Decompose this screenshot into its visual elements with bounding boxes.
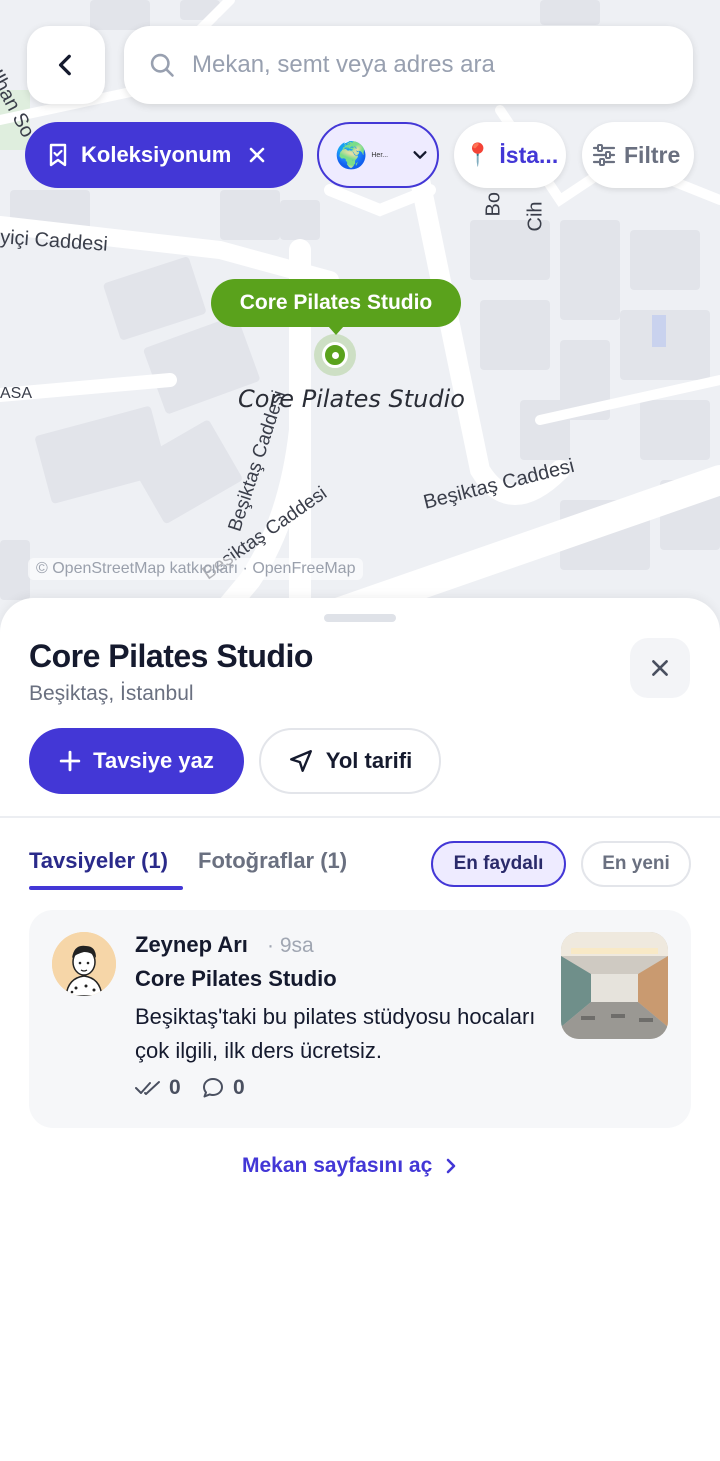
tab-photos[interactable]: Fotoğraflar (1) <box>198 848 347 874</box>
review-place-name: Core Pilates Studio <box>135 966 337 991</box>
studio-photo <box>561 932 668 1039</box>
close-icon <box>652 660 668 676</box>
bookmark-check-icon <box>49 143 67 167</box>
collection-chip-label: Koleksiyonum <box>81 142 232 167</box>
write-recommendation-button[interactable]: Tavsiye yaz <box>29 728 244 794</box>
directions-label: Yol tarifi <box>325 748 413 773</box>
place-title: Core Pilates Studio <box>29 638 313 674</box>
map-attribution[interactable]: © OpenStreetMap katkıcıları · OpenFreeMa… <box>28 558 364 580</box>
helpful-count-value: 0 <box>169 1076 181 1099</box>
filter-label: Filtre <box>624 141 681 168</box>
chevron-left-icon <box>58 54 71 76</box>
search-bar[interactable] <box>124 26 693 104</box>
plus-icon <box>59 750 81 772</box>
map-place-label: Core Pilates Studio <box>238 385 465 413</box>
tab-recommendations[interactable]: Tavsiyeler (1) <box>29 848 168 874</box>
city-filter-chip[interactable]: 📍 İsta... <box>454 122 566 188</box>
section-divider <box>0 816 720 818</box>
helpful-count[interactable]: 0 <box>135 1076 181 1100</box>
avatar-illustration <box>52 932 116 996</box>
search-input[interactable] <box>190 50 674 80</box>
open-place-page-label: Mekan sayfasını aç <box>242 1154 433 1177</box>
sort-newest[interactable]: En yeni <box>581 841 691 887</box>
collection-filter-chip[interactable]: Koleksiyonum <box>25 122 303 188</box>
map-pin-label[interactable]: Core Pilates Studio <box>211 279 461 335</box>
comment-count[interactable]: 0 <box>201 1076 245 1100</box>
place-location: Beşiktaş, İstanbul <box>29 682 194 705</box>
sort-most-helpful[interactable]: En faydalı <box>431 841 566 887</box>
review-text: Beşiktaş'taki bu pilates stüdyosu hocala… <box>135 1004 536 1063</box>
reviewer-name[interactable]: Zeynep Arı <box>135 932 248 958</box>
street-label: Bo <box>482 192 505 217</box>
review-card[interactable]: Zeynep Arı · 9sa Core Pilates Studio Beş… <box>29 910 691 1128</box>
open-place-page-link[interactable]: Mekan sayfasını aç <box>242 1154 458 1178</box>
street-label: ASA <box>0 385 33 402</box>
comment-count-value: 0 <box>233 1076 245 1099</box>
directions-button[interactable]: Yol tarifi <box>259 728 441 794</box>
review-time: · 9sa <box>267 934 314 957</box>
chevron-down-icon <box>413 151 427 159</box>
scope-dropdown-chip[interactable]: 🌍 Her... <box>317 122 439 188</box>
city-chip-label: İsta... <box>499 141 559 168</box>
active-tab-indicator <box>29 886 183 890</box>
chevron-right-icon <box>446 1158 456 1174</box>
scope-chip-label: Her... <box>371 151 389 159</box>
navigation-arrow-icon <box>289 750 312 772</box>
location-pin-icon: 📍 <box>464 142 492 167</box>
sheet-drag-handle[interactable] <box>324 614 396 622</box>
close-sheet-button[interactable] <box>630 638 690 698</box>
filter-button[interactable]: Filtre <box>582 122 694 188</box>
street-label: Cih <box>524 201 547 232</box>
search-icon <box>150 53 174 77</box>
review-photo[interactable] <box>561 932 668 1039</box>
globe-icon: 🌍 <box>335 139 368 170</box>
avatar[interactable] <box>52 932 116 996</box>
back-button[interactable] <box>27 26 105 104</box>
place-bottom-sheet: Core Pilates Studio Beşiktaş, İstanbul T… <box>0 598 720 1461</box>
close-icon[interactable] <box>247 145 267 165</box>
sliders-icon <box>592 144 616 166</box>
comment-bubble-icon <box>203 1078 223 1098</box>
map-pin-center <box>332 352 339 359</box>
double-check-icon <box>135 1081 160 1095</box>
write-recommendation-label: Tavsiye yaz <box>93 748 214 773</box>
